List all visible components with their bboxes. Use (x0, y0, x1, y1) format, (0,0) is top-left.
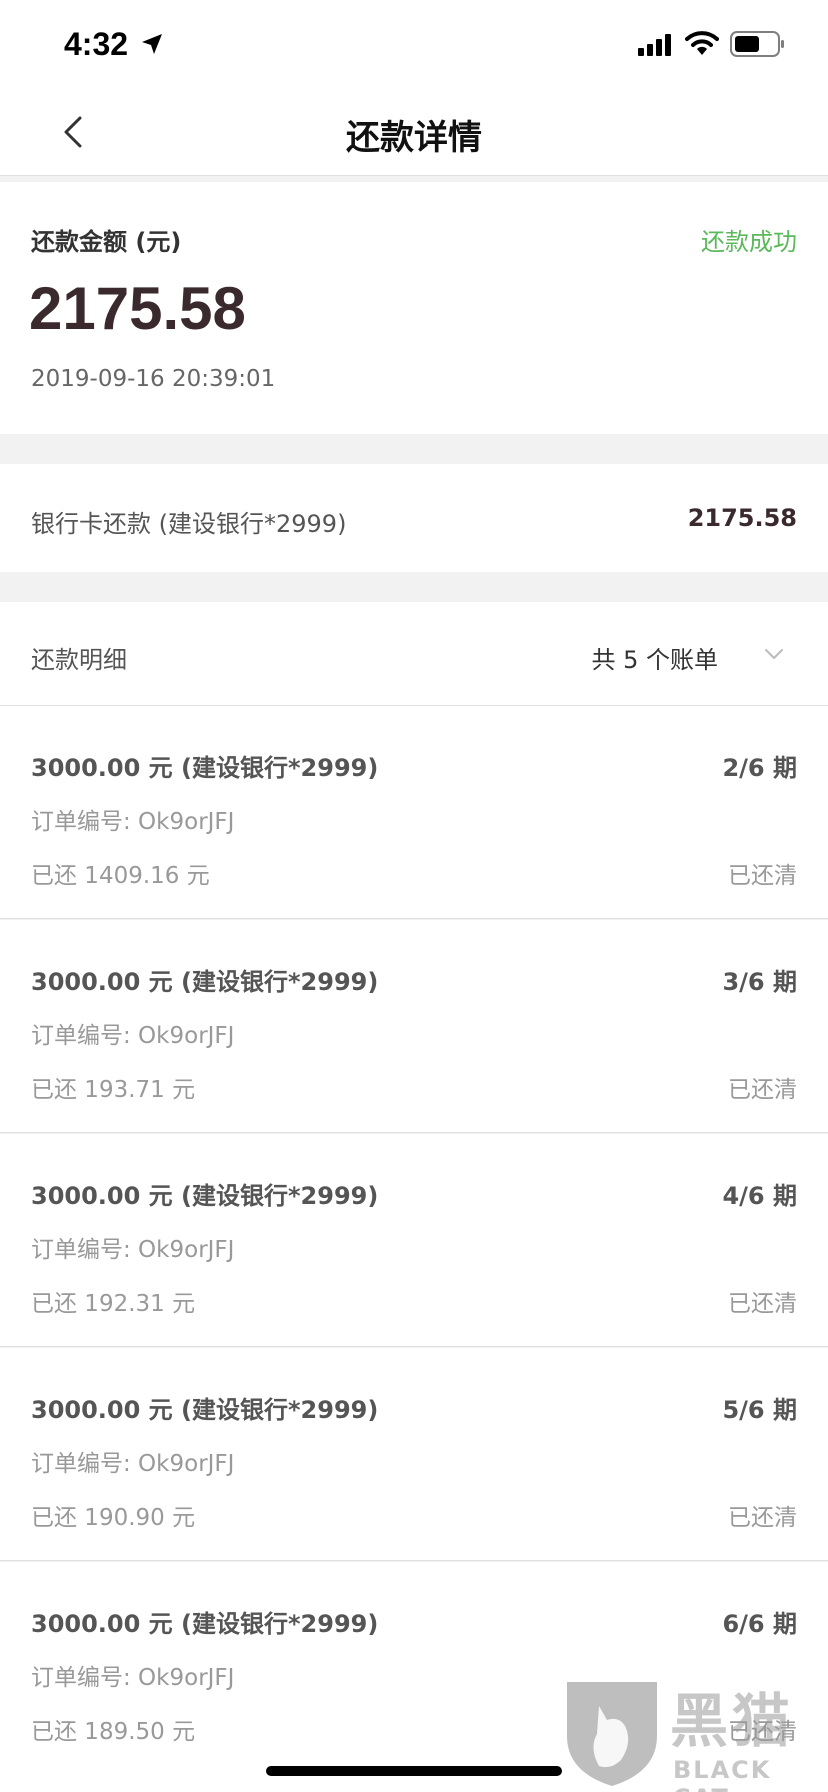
amount-card: 还款金额 (元) 还款成功 2175.58 2019-09-16 20:39:0… (0, 182, 828, 434)
bill-paid-amount: 已还 192.31 元 (31, 1291, 196, 1317)
bill-state: 已还清 (728, 1291, 797, 1317)
bill-title: 3000.00 元 (建设银行*2999) (31, 1610, 379, 1638)
location-arrow-icon (142, 34, 162, 54)
bill-order-number: 订单编号: Ok9orJFJ (31, 1451, 235, 1477)
nav-bar: 还款详情 (0, 88, 828, 176)
bill-order-number: 订单编号: Ok9orJFJ (31, 809, 235, 835)
bill-order-number: 订单编号: Ok9orJFJ (31, 1023, 235, 1049)
watermark-text-cn: 黑猫 (670, 1687, 795, 1755)
home-indicator[interactable] (266, 1766, 562, 1776)
status-badge: 还款成功 (701, 228, 797, 256)
bill-state: 已还清 (728, 863, 797, 889)
bill-title: 3000.00 元 (建设银行*2999) (31, 1396, 379, 1424)
bill-period: 5/6 期 (722, 1396, 797, 1424)
cellular-signal-icon (638, 34, 671, 56)
wifi-icon (685, 31, 719, 55)
bill-paid-amount: 已还 190.90 元 (31, 1505, 196, 1531)
amount-timestamp: 2019-09-16 20:39:01 (31, 366, 276, 392)
bill-item[interactable]: 3000.00 元 (建设银行*2999) 5/6 期 订单编号: Ok9orJ… (0, 1348, 828, 1561)
detail-label: 还款明细 (31, 646, 127, 674)
bill-paid-amount: 已还 193.71 元 (31, 1077, 196, 1103)
bill-period: 4/6 期 (722, 1182, 797, 1210)
cat-shield-icon (567, 1682, 657, 1786)
bill-period: 3/6 期 (722, 968, 797, 996)
amount-label: 还款金额 (元) (31, 228, 182, 256)
bill-paid-amount: 已还 1409.16 元 (31, 863, 210, 889)
battery-icon (730, 31, 784, 57)
bill-title: 3000.00 元 (建设银行*2999) (31, 968, 379, 996)
bill-paid-amount: 已还 189.50 元 (31, 1719, 196, 1745)
status-bar: 4:32 (0, 0, 828, 88)
detail-header[interactable]: 还款明细 共 5 个账单 (0, 602, 828, 706)
bill-state: 已还清 (728, 1505, 797, 1531)
bill-title: 3000.00 元 (建设银行*2999) (31, 754, 379, 782)
watermark-text-en: BLACK CAT (673, 1756, 772, 1792)
bill-count: 共 5 个账单 (591, 646, 718, 674)
bill-period: 6/6 期 (722, 1610, 797, 1638)
status-time: 4:32 (64, 26, 129, 62)
bank-label: 银行卡还款 (建设银行*2999) (31, 510, 347, 538)
bill-title: 3000.00 元 (建设银行*2999) (31, 1182, 379, 1210)
bill-period: 2/6 期 (722, 754, 797, 782)
bill-state: 已还清 (728, 1077, 797, 1103)
bill-item[interactable]: 3000.00 元 (建设银行*2999) 3/6 期 订单编号: Ok9orJ… (0, 920, 828, 1133)
bank-card-row: 银行卡还款 (建设银行*2999) 2175.58 (0, 464, 828, 572)
page-title: 还款详情 (346, 118, 482, 158)
watermark-logo: 黑猫 BLACK CAT (555, 1670, 828, 1792)
bill-order-number: 订单编号: Ok9orJFJ (31, 1665, 235, 1691)
bill-item[interactable]: 3000.00 元 (建设银行*2999) 2/6 期 订单编号: Ok9orJ… (0, 706, 828, 919)
bill-item[interactable]: 3000.00 元 (建设银行*2999) 4/6 期 订单编号: Ok9orJ… (0, 1134, 828, 1347)
bank-amount: 2175.58 (687, 504, 797, 532)
bill-order-number: 订单编号: Ok9orJFJ (31, 1237, 235, 1263)
amount-value: 2175.58 (29, 275, 246, 342)
chevron-down-icon[interactable] (760, 640, 788, 668)
